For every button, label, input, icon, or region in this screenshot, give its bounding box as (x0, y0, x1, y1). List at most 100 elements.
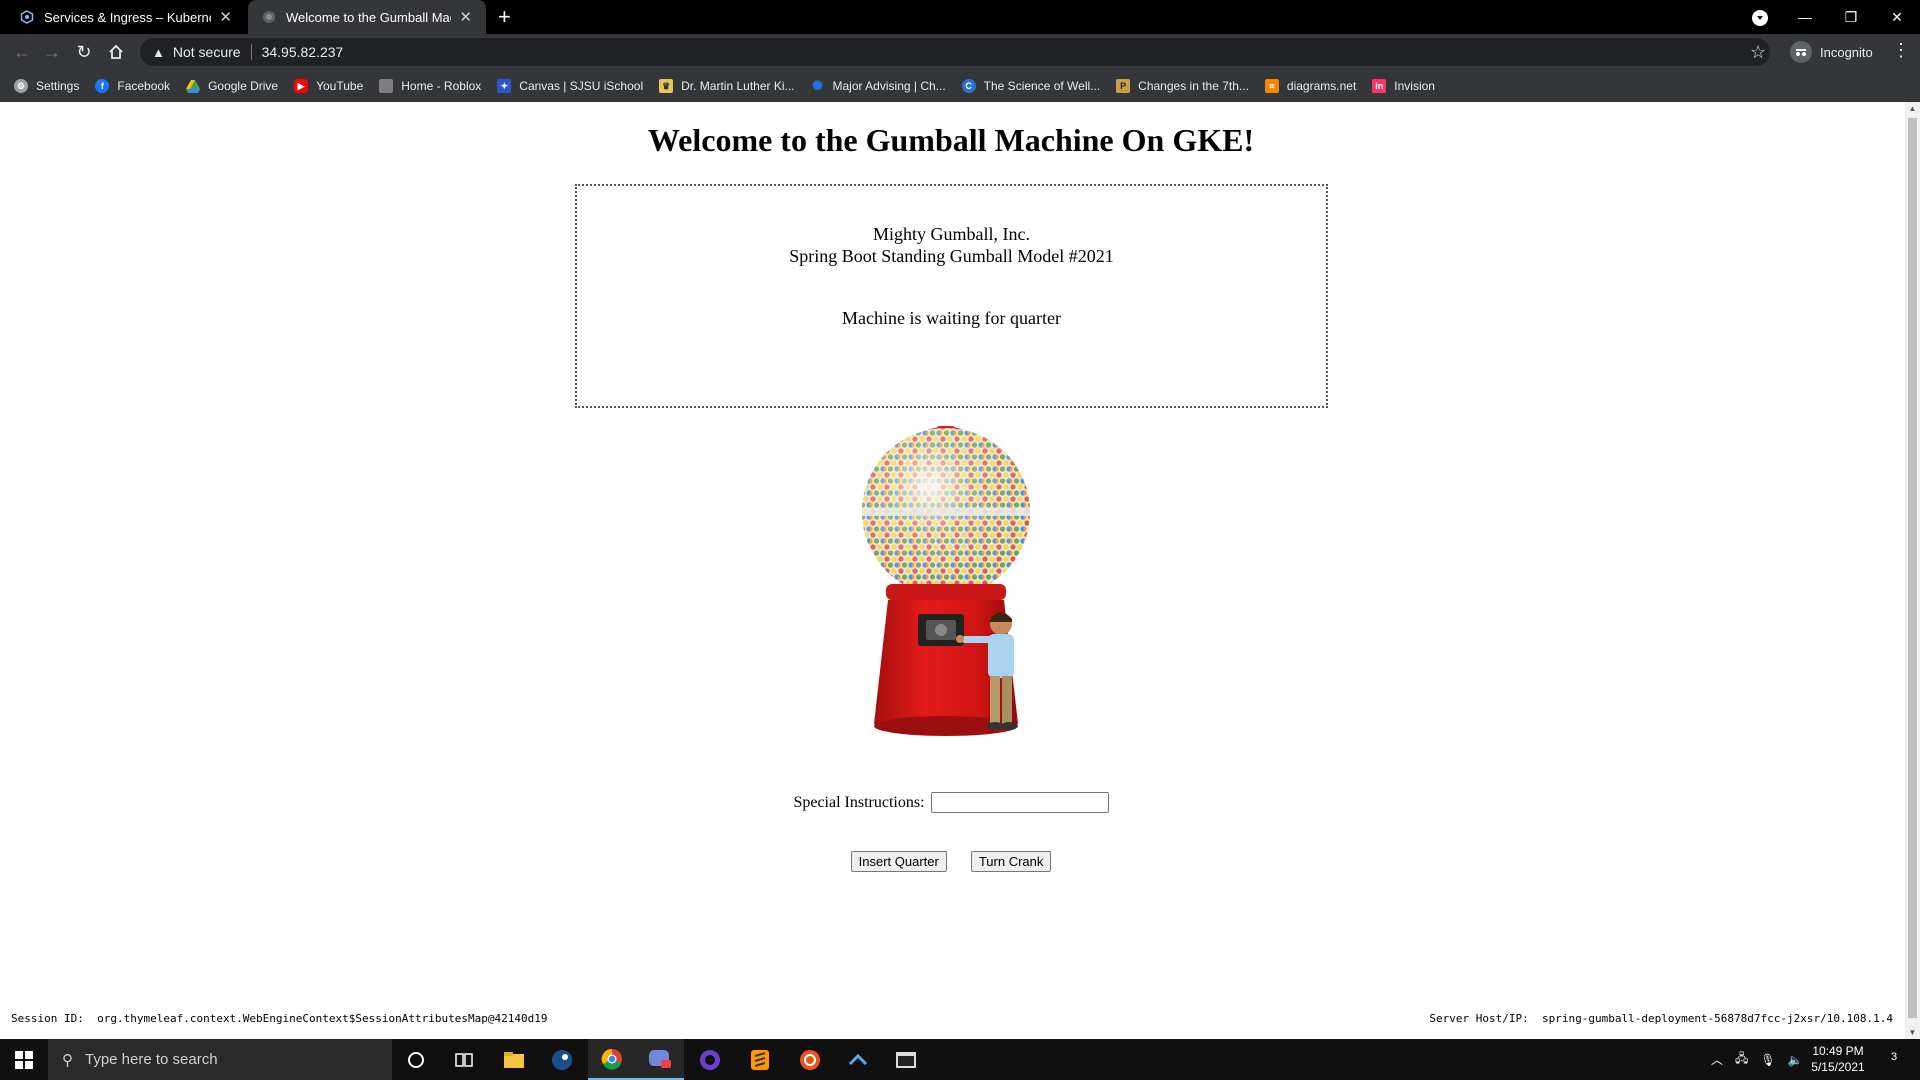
special-instructions-row: Special Instructions: (0, 792, 1902, 813)
bookmark-label: Facebook (117, 79, 171, 93)
close-window-icon[interactable]: ✕ (1874, 9, 1920, 26)
tab-search-icon[interactable] (1752, 10, 1768, 26)
server-info: Server Host/IP: spring-gumball-deploymen… (1429, 1012, 1893, 1025)
bookmark-invision[interactable]: in Invision (1372, 79, 1435, 93)
bookmark-label: Changes in the 7th... (1138, 79, 1249, 93)
home-icon[interactable] (104, 40, 128, 64)
session-label: Session ID: (11, 1012, 84, 1025)
canvas-icon: ✦ (497, 79, 512, 93)
windows-taskbar: ⚲ Type here to search ︿ 🖧 🎙 🔈 10:49 PM 5… (0, 1039, 1920, 1080)
menu-icon[interactable]: ⋮ (1892, 40, 1910, 61)
bookmark-label: The Science of Well... (983, 79, 1101, 93)
incognito-icon (1790, 41, 1812, 63)
globe-icon (262, 10, 276, 24)
search-icon: ⚲ (62, 1051, 73, 1069)
bookmark-google-drive[interactable]: Google Drive (186, 79, 278, 93)
windows-start-icon[interactable] (0, 1039, 48, 1080)
bookmark-label: Invision (1394, 79, 1435, 93)
github-icon[interactable] (686, 1039, 734, 1080)
task-view-icon[interactable] (440, 1039, 488, 1080)
restore-icon[interactable]: ❐ (1828, 9, 1874, 26)
coursera-icon: C (961, 79, 976, 93)
bookmark-science-of-wellbeing[interactable]: C The Science of Well... (961, 79, 1101, 93)
ubuntu-icon[interactable] (786, 1039, 834, 1080)
server-host: spring-gumball-deployment-56878d7fcc-j2x… (1542, 1012, 1893, 1025)
address-bar[interactable]: ▲ Not secure 34.95.82.237 (140, 38, 1770, 66)
bookmark-label: Settings (36, 79, 80, 93)
discord-icon[interactable] (636, 1039, 684, 1080)
window-controls: — ❐ ✕ (1782, 0, 1920, 34)
incognito-profile[interactable]: Incognito (1790, 38, 1873, 66)
gumball-machine-image (862, 426, 1030, 736)
turn-crank-button[interactable]: Turn Crank (970, 851, 1052, 872)
special-instructions-label: Special Instructions: (793, 793, 925, 811)
youtube-icon: ▶ (294, 79, 309, 93)
bookmark-major-advising[interactable]: ✺ Major Advising | Ch... (810, 78, 946, 93)
gear-blue-icon: ✺ (810, 78, 825, 93)
special-instructions-input[interactable] (930, 792, 1109, 813)
bookmark-label: Home - Roblox (401, 79, 482, 93)
purdue-icon: P (1116, 79, 1131, 93)
bookmark-canvas[interactable]: ✦ Canvas | SJSU iSchool (497, 79, 643, 93)
steam-alt-icon[interactable] (834, 1039, 882, 1080)
minimize-icon[interactable]: — (1782, 9, 1828, 25)
microphone-icon[interactable]: 🎙 (1760, 1053, 1775, 1067)
library-icon: ♛ (659, 79, 674, 93)
search-placeholder: Type here to search (85, 1051, 218, 1068)
roblox-icon (379, 79, 394, 93)
back-icon[interactable]: ← (10, 40, 34, 64)
diagrams-icon: ⌗ (1264, 79, 1279, 93)
scroll-up-icon[interactable]: ▲ (1908, 104, 1917, 113)
close-icon[interactable]: ✕ (219, 8, 232, 26)
session-info: Session ID: org.thymeleaf.context.WebEng… (11, 1012, 547, 1025)
close-icon[interactable]: ✕ (459, 8, 472, 26)
scroll-down-icon[interactable]: ▼ (1908, 1028, 1917, 1037)
bookmark-label: Canvas | SJSU iSchool (519, 79, 644, 93)
machine-message-box: Mighty Gumball, Inc. Spring Boot Standin… (575, 184, 1328, 408)
browser-toolbar: ← → ↻ ▲ Not secure 34.95.82.237 ☆ Incogn… (0, 34, 1920, 70)
browser-tab-strip: Services & Ingress – Kubernetes ✕ Welcom… (0, 0, 1920, 34)
clock-time: 10:49 PM (1812, 1044, 1864, 1058)
bookmark-mlk-library[interactable]: ♛ Dr. Martin Luther Ki... (659, 79, 795, 93)
insert-quarter-button[interactable]: Insert Quarter (850, 851, 947, 872)
forward-icon[interactable]: → (40, 40, 64, 64)
system-clock[interactable]: 10:49 PM 5/15/2021 (1796, 1043, 1880, 1075)
page-scrollbar[interactable]: ▲ ▼ (1905, 102, 1920, 1039)
reload-icon[interactable]: ↻ (72, 40, 96, 64)
bookmark-label: Major Advising | Ch... (832, 79, 946, 93)
network-icon[interactable]: 🖧 (1735, 1049, 1748, 1070)
file-explorer-icon[interactable] (490, 1039, 538, 1080)
chevron-up-icon[interactable]: ︿ (1711, 1051, 1723, 1068)
bookmark-changes-7th[interactable]: P Changes in the 7th... (1116, 79, 1249, 93)
bookmark-facebook[interactable]: f Facebook (95, 79, 170, 93)
bookmark-diagrams[interactable]: ⌗ diagrams.net (1264, 79, 1356, 93)
bookmark-roblox[interactable]: Home - Roblox (379, 79, 481, 93)
terminal-icon[interactable] (882, 1039, 930, 1080)
kubernetes-icon (20, 10, 34, 24)
tab-gumball[interactable]: Welcome to the Gumball Machine ✕ (248, 0, 486, 34)
company-name: Mighty Gumball, Inc. (873, 224, 1030, 244)
facebook-icon: f (95, 79, 110, 93)
bookmark-settings[interactable]: ⚙ Settings (14, 79, 79, 93)
notification-center-icon[interactable]: 3 (1876, 1047, 1912, 1073)
sublime-icon[interactable] (736, 1039, 784, 1080)
notification-count: 3 (1890, 1051, 1898, 1063)
action-buttons: Insert Quarter Turn Crank (0, 851, 1902, 872)
tab-title: Services & Ingress – Kubernetes (44, 9, 211, 25)
bookmark-star-icon[interactable]: ☆ (1750, 42, 1766, 63)
page-title: Welcome to the Gumball Machine On GKE! (647, 122, 1255, 158)
chrome-icon[interactable] (588, 1039, 636, 1080)
scroll-thumb[interactable] (1908, 118, 1917, 1018)
cortana-icon[interactable] (392, 1039, 440, 1080)
tab-kubernetes[interactable]: Services & Ingress – Kubernetes ✕ (6, 0, 246, 34)
clock-date: 5/15/2021 (1811, 1060, 1865, 1074)
new-tab-button[interactable]: + (498, 4, 511, 30)
machine-state: Machine is waiting for quarter (842, 308, 1061, 328)
server-label: Server Host/IP: (1429, 1012, 1529, 1025)
steam-icon[interactable] (538, 1039, 586, 1080)
google-drive-icon (186, 79, 201, 93)
session-id: org.thymeleaf.context.WebEngineContext$S… (97, 1012, 548, 1025)
security-label: Not secure (172, 44, 241, 60)
taskbar-search[interactable]: ⚲ Type here to search (48, 1039, 392, 1080)
bookmark-youtube[interactable]: ▶ YouTube (294, 79, 363, 93)
